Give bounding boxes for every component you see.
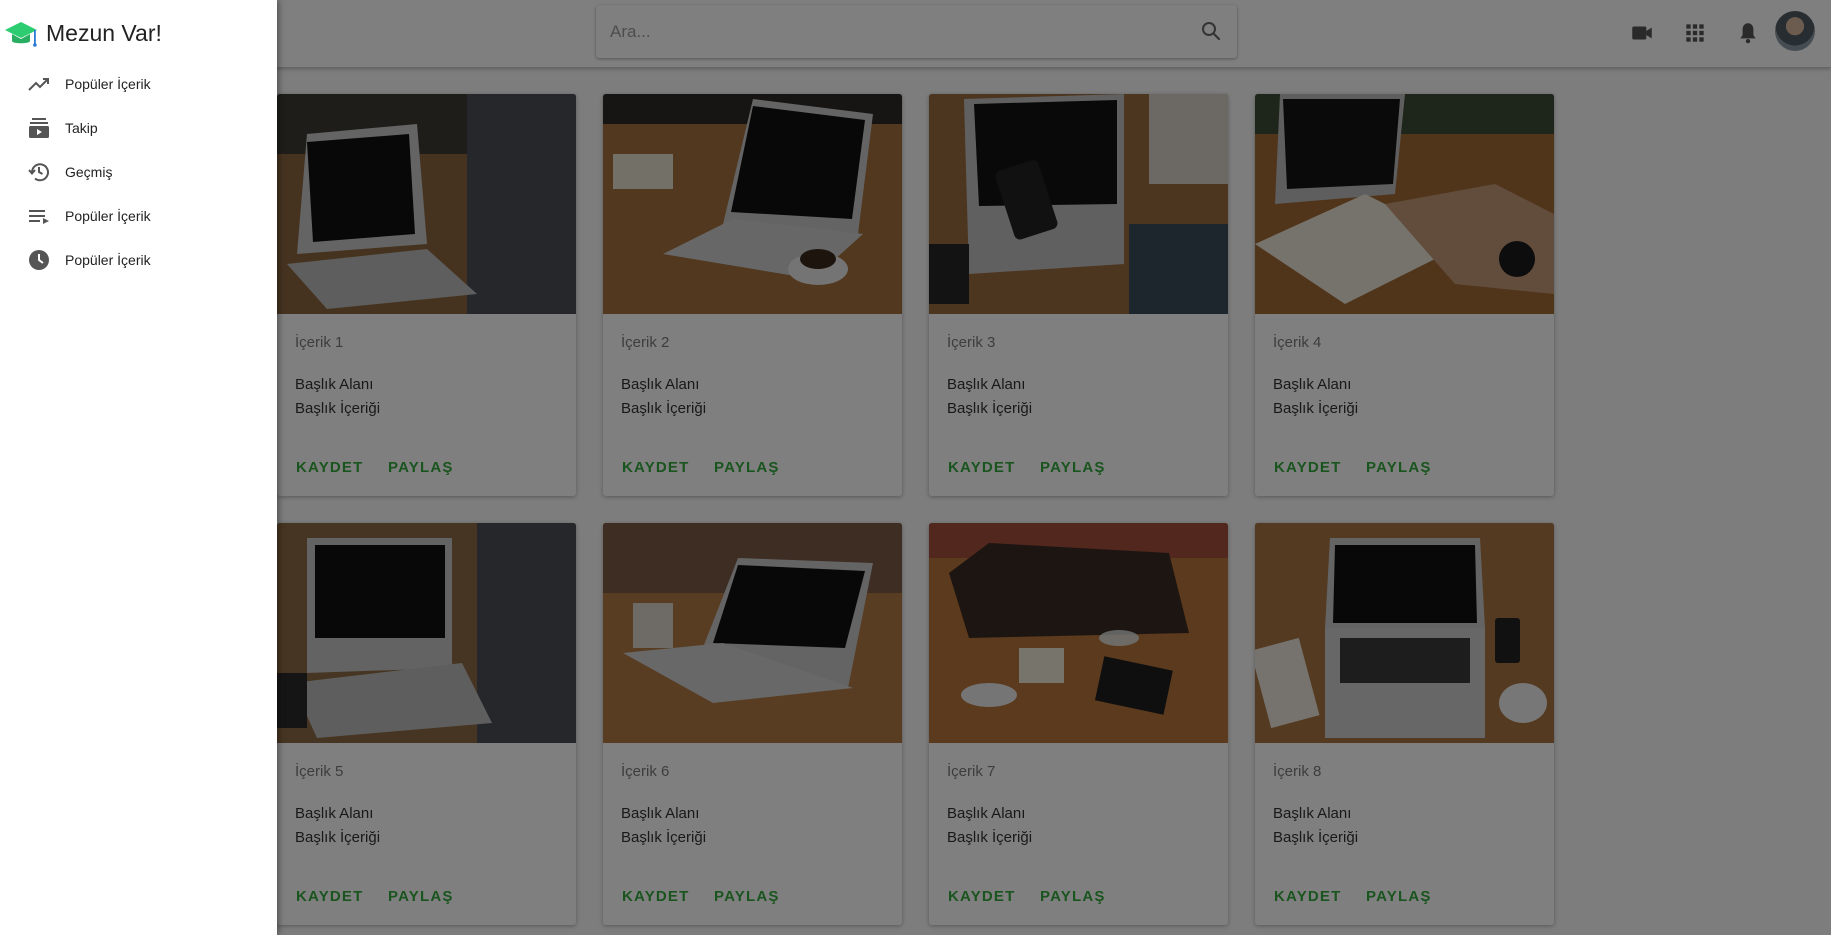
clock-icon [29, 250, 49, 270]
app-title: Mezun Var! [46, 19, 162, 46]
drawer-item-label: Popüler İçerik [65, 76, 151, 92]
drawer-item-history[interactable]: Geçmiş [0, 150, 277, 194]
history-icon [28, 163, 49, 182]
brand[interactable]: Mezun Var! [4, 16, 162, 50]
drawer-item-playlist[interactable]: Popüler İçerik [0, 194, 277, 238]
drawer-item-watch-later[interactable]: Popüler İçerik [0, 238, 277, 282]
trending-up-icon [28, 78, 49, 91]
drawer-item-popular[interactable]: Popüler İçerik [0, 62, 277, 106]
playlist-icon [29, 210, 49, 224]
drawer-item-label: Popüler İçerik [65, 252, 151, 268]
navigation-drawer: Mezun Var! Popüler İçerik Takip Geçmiş P… [0, 0, 277, 935]
drawer-item-label: Takip [65, 120, 98, 136]
subscriptions-icon [29, 118, 49, 138]
drawer-item-label: Popüler İçerik [65, 208, 151, 224]
graduation-cap-icon [5, 22, 37, 47]
drawer-item-label: Geçmiş [65, 164, 113, 180]
drawer-item-subscriptions[interactable]: Takip [0, 106, 277, 150]
